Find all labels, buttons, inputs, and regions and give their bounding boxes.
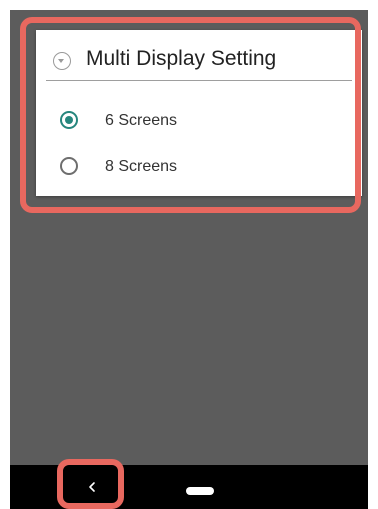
dialog-highlight-box: [20, 17, 361, 213]
back-button-highlight-box: [57, 459, 124, 509]
home-pill-icon[interactable]: [186, 487, 214, 495]
